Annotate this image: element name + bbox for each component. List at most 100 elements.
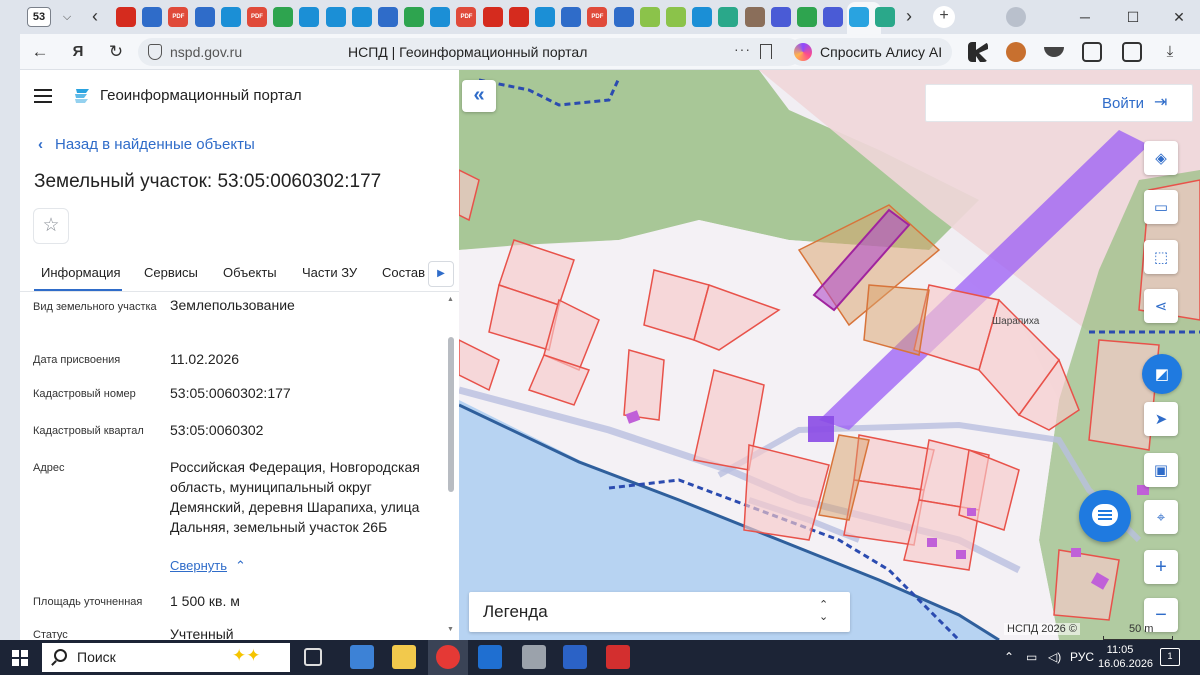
- blue-doc-tab[interactable]: [561, 7, 582, 27]
- avatar-tab[interactable]: [744, 7, 765, 27]
- file-explorer-icon[interactable]: [392, 645, 416, 669]
- language-indicator[interactable]: РУС: [1070, 650, 1094, 664]
- scrollbar-thumb[interactable]: [448, 337, 454, 492]
- pdf-tab[interactable]: PDF: [456, 7, 477, 27]
- ru-flag-tab[interactable]: [508, 7, 529, 27]
- scroll-down-icon[interactable]: ▼: [447, 626, 454, 633]
- reload-icon[interactable]: ↻: [104, 40, 128, 64]
- maximize-icon[interactable]: ☐: [1120, 6, 1146, 28]
- cross-tab[interactable]: [718, 7, 739, 27]
- pdf-tab[interactable]: PDF: [168, 7, 189, 27]
- tab-objects[interactable]: Объекты: [223, 265, 277, 280]
- tab-parcel-parts[interactable]: Части ЗУ: [302, 265, 357, 280]
- mail-tab[interactable]: [535, 7, 555, 27]
- location-search-icon[interactable]: ⌖: [1144, 500, 1178, 534]
- word-icon[interactable]: [563, 645, 587, 669]
- green-doc-tab[interactable]: [404, 7, 425, 27]
- area-select-icon[interactable]: ⬚: [1144, 240, 1178, 274]
- blue-doc-tab[interactable]: [377, 7, 398, 27]
- tab-composition[interactable]: Состав: [382, 265, 425, 280]
- check-tab[interactable]: [665, 7, 686, 27]
- left-window-edge: [0, 34, 20, 640]
- ru-flag-tab[interactable]: [482, 7, 503, 27]
- check-tab[interactable]: [639, 7, 660, 27]
- share-icon[interactable]: ⋖: [1144, 289, 1178, 323]
- attr-value-parcel-type: Землепользование: [170, 297, 295, 313]
- tabs-scroll-right-icon[interactable]: ›: [906, 6, 922, 28]
- legend-dropdown[interactable]: Легенда ⌃ ⌄: [469, 592, 850, 632]
- scroll-up-icon[interactable]: ▲: [447, 296, 454, 303]
- green-doc-tab[interactable]: [796, 7, 817, 27]
- collections-icon[interactable]: [1082, 42, 1102, 62]
- mail-tab[interactable]: [430, 7, 451, 27]
- network-icon[interactable]: ▭: [1026, 650, 1037, 664]
- chat-tab[interactable]: [770, 7, 791, 27]
- close-window-icon[interactable]: ✕: [1166, 6, 1192, 28]
- menu-icon[interactable]: [34, 89, 52, 103]
- task-view-icon[interactable]: [304, 648, 322, 666]
- blue-doc-tab[interactable]: [142, 7, 163, 27]
- tab-list-chevron-icon[interactable]: ⌵: [58, 8, 76, 26]
- layers-icon[interactable]: ◈: [1144, 141, 1178, 175]
- windows-start-icon[interactable]: [12, 650, 28, 666]
- extension-k-icon[interactable]: [968, 42, 988, 62]
- taskbar-search[interactable]: Поиск ✦✦: [42, 643, 290, 672]
- blue-doc-tab[interactable]: [220, 7, 241, 27]
- blue-doc-tab[interactable]: [613, 7, 634, 27]
- green-doc-tab[interactable]: [273, 7, 294, 27]
- blue-doc-tab[interactable]: [692, 7, 713, 27]
- clock[interactable]: 11:05 16.06.2026: [1098, 643, 1153, 671]
- navigate-icon[interactable]: ➤: [1144, 402, 1178, 436]
- chat-icon[interactable]: [1079, 490, 1131, 542]
- extension-avatar-icon[interactable]: [1006, 42, 1026, 62]
- screen-icon[interactable]: ▣: [1144, 453, 1178, 487]
- downloads-icon[interactable]: ⤓: [1158, 40, 1182, 64]
- mail-tab[interactable]: [299, 7, 320, 27]
- shield-icon[interactable]: [148, 44, 162, 60]
- new-tab-button[interactable]: +: [933, 6, 955, 28]
- acrobat-icon[interactable]: [606, 645, 630, 669]
- map-canvas[interactable]: [459, 70, 1200, 640]
- tab-information[interactable]: Информация: [41, 265, 121, 280]
- notification-icon[interactable]: 1: [1160, 648, 1180, 666]
- ask-alice-button[interactable]: Спросить Алису AI: [788, 38, 953, 66]
- favorite-star-icon[interactable]: ☆: [33, 208, 69, 244]
- store-icon[interactable]: [350, 645, 374, 669]
- pdf-tab[interactable]: PDF: [246, 7, 267, 27]
- yandex-browser-icon[interactable]: [436, 645, 460, 669]
- pdf-tab[interactable]: PDF: [587, 7, 608, 27]
- back-arrow-icon[interactable]: ←: [28, 40, 52, 64]
- yandex-logo-icon[interactable]: Я: [66, 40, 90, 64]
- collapse-panel-icon[interactable]: «: [462, 80, 496, 112]
- tabs-next-chevron-icon[interactable]: ▶: [428, 261, 454, 287]
- mail-tab[interactable]: [351, 7, 372, 27]
- minimize-icon[interactable]: ─: [1072, 6, 1098, 28]
- chat-tab[interactable]: [823, 7, 844, 27]
- assistant-icon[interactable]: ◩: [1142, 354, 1182, 394]
- blue-doc-tab[interactable]: [194, 7, 215, 27]
- nspd-tab[interactable]: [849, 7, 870, 27]
- tab-services[interactable]: Сервисы: [144, 265, 198, 280]
- ru-flag-tab[interactable]: [116, 7, 136, 27]
- collapse-link[interactable]: Свернуть ⌃: [170, 558, 246, 574]
- app-avatar-icon[interactable]: [522, 645, 546, 669]
- tabs-scroll-left-icon[interactable]: ‹: [92, 6, 108, 28]
- address-field[interactable]: nspd.gov.ru НСПД | Геоинформационный пор…: [138, 38, 802, 66]
- profile-avatar-icon[interactable]: [1006, 7, 1026, 27]
- more-dots-icon[interactable]: ···: [734, 41, 751, 57]
- bookmark-icon[interactable]: [760, 44, 772, 59]
- ruler-icon[interactable]: ▭: [1144, 190, 1178, 224]
- outlook-icon[interactable]: [478, 645, 502, 669]
- cross-tab[interactable]: [875, 7, 896, 27]
- chevron-up-tray-icon[interactable]: ⌃: [1004, 650, 1014, 664]
- extension-hat-icon[interactable]: [1044, 47, 1064, 57]
- map-view[interactable]: Шарапиха « Войти ⇥ ◈ ▭ ⬚ ⋖ ◩ ➤ ▣ ⌖ + − Л…: [459, 70, 1200, 640]
- zoom-in-icon[interactable]: +: [1144, 550, 1178, 584]
- extension-doc-icon[interactable]: [1122, 42, 1142, 62]
- blue-doc-tab[interactable]: [325, 7, 346, 27]
- login-button[interactable]: Войти ⇥: [925, 84, 1193, 122]
- tab-count-button[interactable]: 53: [27, 7, 51, 27]
- panel-scrollbar[interactable]: ▲ ▼: [446, 292, 456, 640]
- volume-icon[interactable]: ◁): [1048, 650, 1061, 664]
- back-to-results-link[interactable]: ‹ Назад в найденные объекты: [38, 136, 255, 153]
